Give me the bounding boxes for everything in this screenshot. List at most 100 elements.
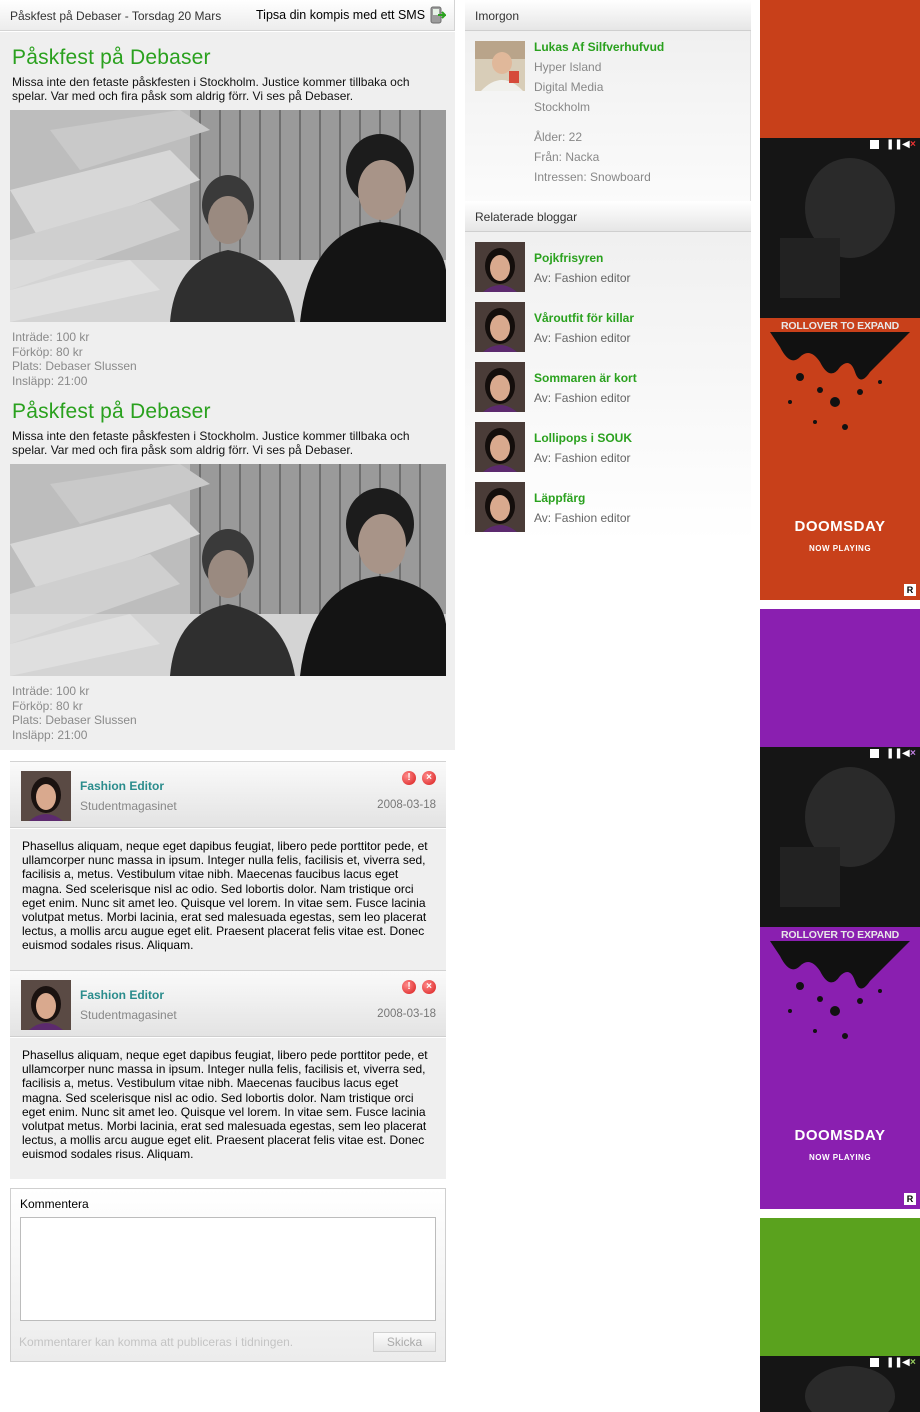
blog-title[interactable]: Lollipops i SOUK (534, 431, 632, 445)
pause-icon[interactable]: ❚❚ (886, 749, 903, 759)
event-door-time: Insläpp: 21:00 (12, 727, 88, 742)
ad-controls: ❚❚ ◀ × (870, 749, 918, 761)
blog-title[interactable]: Våroutfit för killar (534, 311, 634, 325)
profile-section-header: Imorgon (465, 0, 751, 31)
event-list: Påskfest på Debaser Missa inte den fetas… (0, 32, 455, 750)
submit-comment-button[interactable]: Skicka (373, 1332, 436, 1352)
profile-name[interactable]: Lukas Af Silfverhufvud (534, 40, 664, 54)
comment-author[interactable]: Fashion Editor (80, 779, 164, 793)
comment-org: Studentmagasinet (80, 1008, 177, 1022)
blog-author: Av: Fashion editor (534, 271, 631, 285)
report-icon[interactable]: ! (402, 771, 416, 785)
breadcrumb: Påskfest på Debaser - Torsdag 20 Mars (10, 9, 222, 23)
comment-body: Phasellus aliquam, neque eget dapibus fe… (10, 1038, 446, 1179)
section-title: Relaterade bloggar (475, 210, 578, 224)
mute-icon[interactable]: ◀ (902, 749, 910, 759)
avatar[interactable] (475, 242, 525, 292)
event-door-time: Insläpp: 21:00 (12, 373, 88, 388)
event-entry-price: Inträde: 100 kr (12, 684, 90, 698)
blog-title[interactable]: Läppfärg (534, 491, 585, 505)
event-presale-price: Förköp: 80 kr (12, 698, 83, 713)
comment-form: Kommentera Kommentarer kan komma att pub… (10, 1188, 446, 1362)
ad-video (760, 138, 920, 318)
profile-city: Stockholm (534, 100, 591, 114)
avatar[interactable] (475, 482, 525, 532)
ad-controls: ❚❚ ◀ × (870, 140, 918, 152)
ad-rollover-text: ROLLOVER TO EXPAND (781, 320, 899, 332)
related-blogs-header: Relaterade bloggar (465, 201, 751, 232)
comment-header: Fashion Editor Studentmagasinet 2008-03-… (10, 970, 446, 1037)
event-description: Missa inte den fetaste påskfesten i Stoc… (12, 429, 410, 457)
stop-icon[interactable] (870, 749, 879, 758)
ink-splatter-graphic (770, 941, 910, 1039)
blog-item[interactable]: Läppfärg Av: Fashion editor (465, 482, 751, 532)
comment-org: Studentmagasinet (80, 799, 177, 813)
event-entry-price: Inträde: 100 kr (12, 330, 90, 344)
blog-title[interactable]: Pojkfrisyren (534, 251, 603, 265)
delete-icon[interactable]: × (422, 980, 436, 994)
blog-item[interactable]: Pojkfrisyren Av: Fashion editor (465, 242, 751, 292)
avatar[interactable] (21, 771, 71, 821)
pause-icon[interactable]: ❚❚ (886, 1358, 903, 1368)
blog-item[interactable]: Lollipops i SOUK Av: Fashion editor (465, 422, 751, 472)
ad-controls: ❚❚ ◀ × (870, 1358, 918, 1370)
comment-textarea[interactable] (20, 1217, 436, 1321)
comment-header: Fashion Editor Studentmagasinet 2008-03-… (10, 761, 446, 828)
blog-title[interactable]: Sommaren är kort (534, 371, 637, 385)
ink-splatter-graphic (770, 332, 910, 430)
mute-icon[interactable]: ◀ (902, 140, 910, 150)
avatar[interactable] (475, 422, 525, 472)
banner-ad[interactable]: ❚❚ ◀ × ROLLOVER TO EXPAND DOOMSDAY NOW P… (760, 0, 920, 600)
event-presale-price: Förköp: 80 kr (12, 344, 83, 359)
avatar[interactable] (475, 302, 525, 352)
mute-icon[interactable]: ◀ (902, 1358, 910, 1368)
event-photo (10, 110, 446, 322)
event-photo (10, 464, 446, 676)
ad-rollover-text: ROLLOVER TO EXPAND (781, 929, 899, 941)
mute-cross-icon: × (910, 1357, 916, 1368)
comment-author[interactable]: Fashion Editor (80, 988, 164, 1002)
comment-date: 2008-03-18 (377, 799, 436, 811)
stop-icon[interactable] (870, 140, 879, 149)
blog-item[interactable]: Våroutfit för killar Av: Fashion editor (465, 302, 751, 352)
phone-sms-icon[interactable] (430, 6, 446, 24)
event-venue: Plats: Debaser Slussen (12, 359, 137, 373)
event-venue: Plats: Debaser Slussen (12, 713, 137, 727)
section-title: Imorgon (475, 9, 520, 23)
comment-form-note: Kommentarer kan komma att publiceras i t… (19, 1335, 294, 1349)
profile-age: Ålder: 22 (534, 130, 583, 144)
pause-icon[interactable]: ❚❚ (886, 140, 903, 150)
related-blogs-list: Pojkfrisyren Av: Fashion editor Våroutfi… (465, 232, 751, 542)
stop-icon[interactable] (870, 1358, 879, 1367)
profile-school: Hyper Island (534, 60, 602, 74)
avatar[interactable] (21, 980, 71, 1030)
event-title[interactable]: Påskfest på Debaser (12, 400, 211, 424)
article-topbar: Påskfest på Debaser - Torsdag 20 Mars Ti… (0, 0, 455, 31)
blog-author: Av: Fashion editor (534, 391, 631, 405)
avatar[interactable] (475, 362, 525, 412)
event-description: Missa inte den fetaste påskfesten i Stoc… (12, 75, 410, 103)
event-title[interactable]: Påskfest på Debaser (12, 46, 211, 70)
blog-author: Av: Fashion editor (534, 511, 631, 525)
mute-cross-icon: × (910, 748, 916, 759)
rating-badge: R (904, 1193, 916, 1205)
mute-cross-icon: × (910, 139, 916, 150)
blog-author: Av: Fashion editor (534, 331, 631, 345)
sms-tip-link[interactable]: Tipsa din kompis med ett SMS (256, 8, 425, 22)
rating-badge: R (904, 584, 916, 596)
profile-card: Lukas Af Silfverhufvud Hyper Island Digi… (465, 31, 751, 202)
report-icon[interactable]: ! (402, 980, 416, 994)
ad-video (760, 747, 920, 927)
delete-icon[interactable]: × (422, 771, 436, 785)
profile-from: Från: Nacka (534, 150, 600, 164)
blog-author: Av: Fashion editor (534, 451, 631, 465)
ad-brand: DOOMSDAY (794, 518, 886, 535)
banner-ad[interactable]: ❚❚ ◀ × ROLLOVER TO EXPAND DOOMSDAY NOW P… (760, 609, 920, 1209)
profile-photo[interactable] (475, 41, 525, 91)
comment-body: Phasellus aliquam, neque eget dapibus fe… (10, 829, 446, 970)
blog-item[interactable]: Sommaren är kort Av: Fashion editor (465, 362, 751, 412)
comment-form-label: Kommentera (20, 1197, 89, 1211)
ad-tagline: NOW PLAYING (808, 544, 872, 553)
banner-ad[interactable]: ❚❚ ◀ × (760, 1218, 920, 1412)
ad-column: ❚❚ ◀ × ROLLOVER TO EXPAND DOOMSDAY NOW P… (760, 0, 920, 1412)
